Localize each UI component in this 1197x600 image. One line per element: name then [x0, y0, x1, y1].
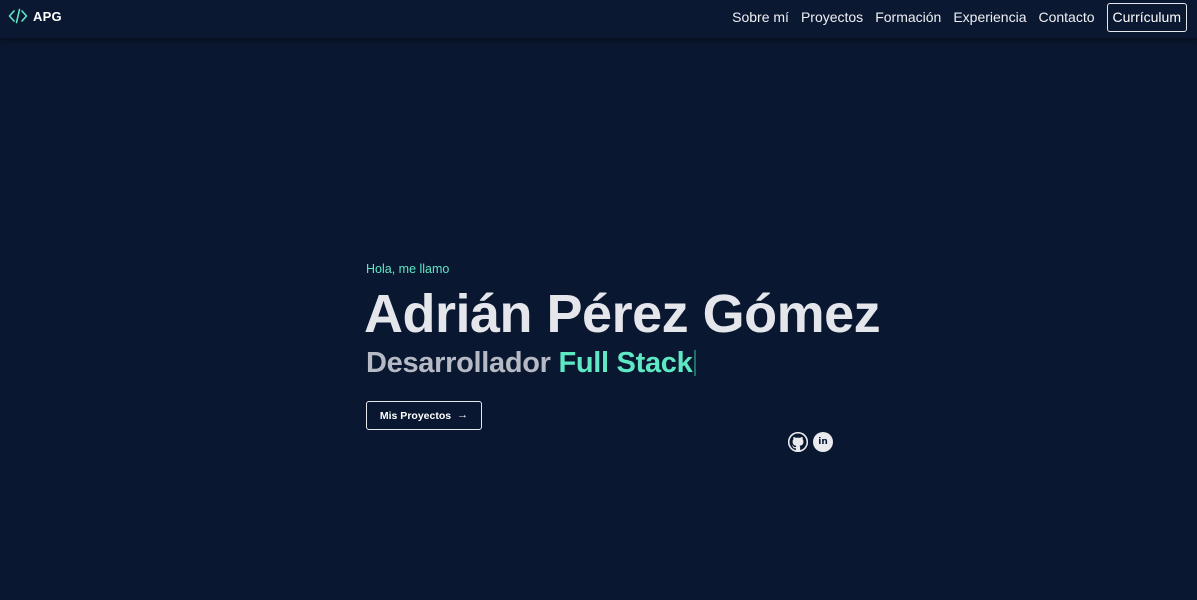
nav-link-sobre-mi[interactable]: Sobre mí [732, 9, 789, 25]
curriculum-button[interactable]: Currículum [1106, 2, 1187, 32]
nav-link-formacion[interactable]: Formación [875, 9, 941, 25]
my-projects-button[interactable]: Mis Proyectos → [366, 401, 482, 430]
nav-link-experiencia[interactable]: Experiencia [953, 9, 1026, 25]
navbar: APG Sobre mí Proyectos Formación Experie… [0, 0, 1197, 38]
linkedin-icon[interactable]: in [813, 432, 833, 452]
hero-role: Desarrollador Full Stack [366, 345, 836, 381]
my-projects-label: Mis Proyectos [379, 409, 452, 422]
linkedin-glyph: in [818, 436, 828, 447]
hero-greeting: Hola, me llamo [366, 262, 450, 276]
role-prefix: Desarrollador [366, 347, 559, 379]
code-brackets-icon [8, 8, 28, 24]
nav-link-contacto[interactable]: Contacto [1038, 9, 1094, 25]
nav-link-proyectos[interactable]: Proyectos [801, 9, 863, 25]
social-links: in [788, 432, 833, 452]
hero-section: Hola, me llamo Adrián Pérez Gómez Desarr… [364, 262, 881, 452]
typing-caret [694, 350, 697, 376]
hero-name: Adrián Pérez Gómez [364, 284, 881, 344]
brand-logo[interactable]: APG [8, 8, 62, 24]
github-icon[interactable] [788, 432, 808, 452]
role-highlight: Full Stack [558, 347, 693, 379]
arrow-right-icon: → [457, 409, 469, 421]
nav-links: Sobre mí Proyectos Formación Experiencia… [732, 2, 1187, 32]
brand-name: APG [33, 8, 62, 24]
